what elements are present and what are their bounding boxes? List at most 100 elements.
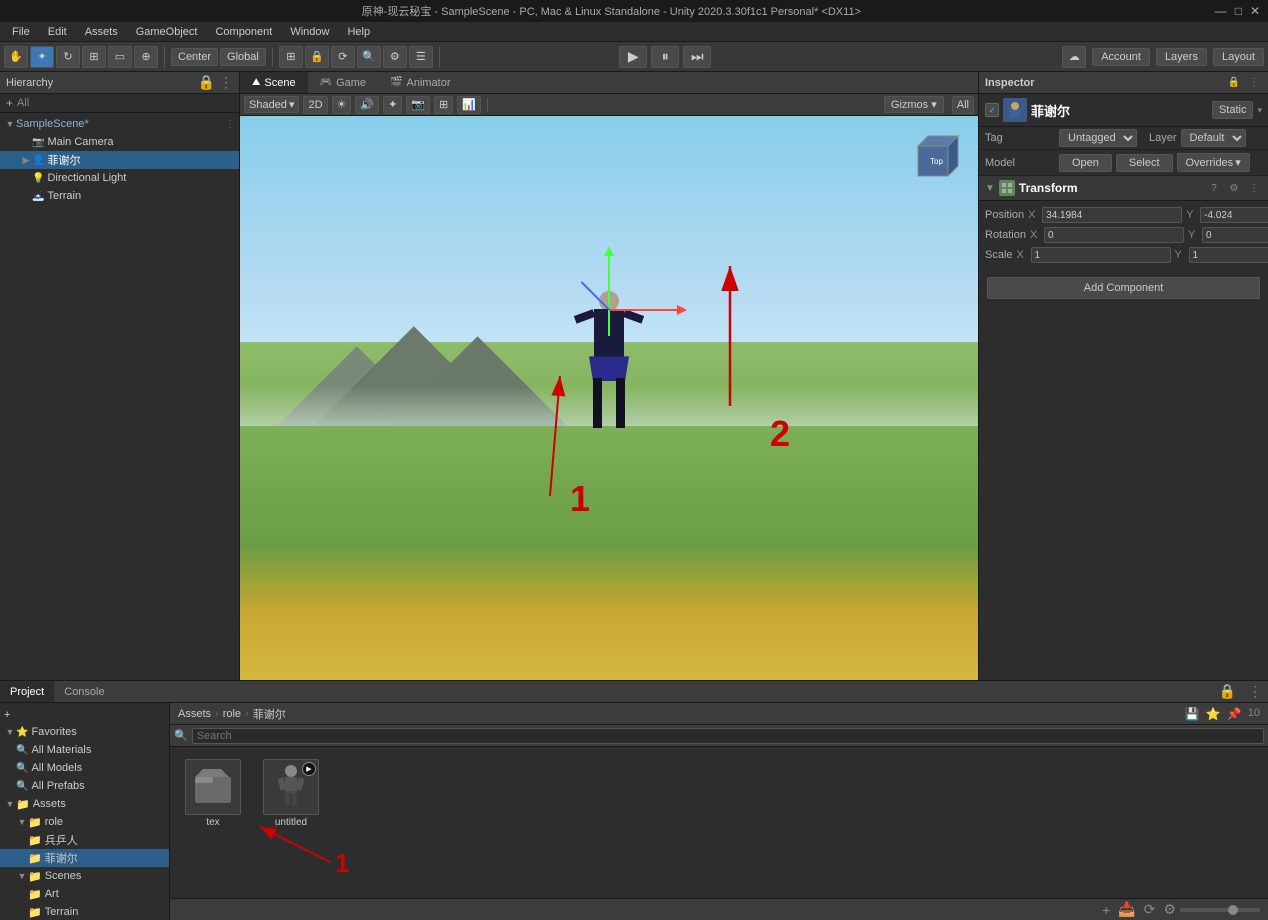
bottom-settings-icon[interactable]: ⚙ xyxy=(1163,901,1176,918)
open-btn[interactable]: Open xyxy=(1059,154,1112,172)
tab-console[interactable]: Console xyxy=(54,681,114,702)
path-assets[interactable]: Assets xyxy=(178,708,211,720)
assets-item[interactable]: ▼ 📁 Assets xyxy=(0,795,169,813)
path-star-icon[interactable]: ⭐ xyxy=(1206,707,1221,721)
search-btn[interactable]: 🔍 xyxy=(357,46,381,68)
close-btn[interactable]: ✕ xyxy=(1250,4,1260,18)
hierarchy-item-light[interactable]: 💡 Directional Light xyxy=(0,169,239,187)
center-btn[interactable]: Center xyxy=(171,48,218,66)
select-btn[interactable]: Select xyxy=(1116,154,1173,172)
shaded-dropdown[interactable]: Shaded ▾ xyxy=(244,96,299,113)
asset-untitled[interactable]: ▶ untitled xyxy=(256,755,326,832)
gizmos-btn[interactable]: Gizmos ▾ xyxy=(884,96,944,113)
obj-name-label[interactable]: 菲谢尔 xyxy=(1031,101,1208,120)
favorites-item[interactable]: ▼ ⭐ Favorites xyxy=(0,723,169,741)
art-item[interactable]: 📁 Art xyxy=(0,885,169,903)
tag-select[interactable]: Untagged xyxy=(1059,129,1137,147)
asset-tex[interactable]: tex xyxy=(178,755,248,832)
all-prefabs-item[interactable]: 🔍 All Prefabs xyxy=(0,777,169,795)
all-materials-item[interactable]: 🔍 All Materials xyxy=(0,741,169,759)
hierarchy-lock-icon[interactable]: 🔒 xyxy=(198,74,215,91)
path-character[interactable]: 菲谢尔 xyxy=(253,706,286,722)
snap-toggle[interactable]: 🔒 xyxy=(305,46,329,68)
inspector-lock-icon[interactable]: 🔒 xyxy=(1226,75,1242,91)
menu-edit[interactable]: Edit xyxy=(40,24,75,40)
maximize-btn[interactable]: □ xyxy=(1235,4,1242,18)
hierarchy-all-toggle[interactable]: All xyxy=(17,97,29,109)
collab-btn[interactable]: ⟳ xyxy=(331,46,355,68)
path-pin-icon[interactable]: 📌 xyxy=(1227,707,1242,721)
bottom-refresh-icon[interactable]: ⟳ xyxy=(1144,901,1156,918)
rect-tool[interactable]: ▭ xyxy=(108,46,132,68)
layers-btn[interactable]: Layers xyxy=(1156,48,1207,66)
grid-toggle[interactable]: ⊞ xyxy=(279,46,303,68)
position-x-input[interactable] xyxy=(1042,207,1182,223)
menu-component[interactable]: Component xyxy=(207,24,280,40)
search-input[interactable] xyxy=(192,728,1264,744)
hierarchy-menu-icon[interactable]: ⋮ xyxy=(219,74,233,91)
project-lock-icon[interactable]: 🔒 xyxy=(1213,683,1242,700)
2d-toggle[interactable]: 2D xyxy=(303,96,327,114)
static-btn[interactable]: Static xyxy=(1212,101,1254,119)
hierarchy-item-camera[interactable]: 📷 Main Camera xyxy=(0,133,239,151)
global-btn[interactable]: Global xyxy=(220,48,266,66)
sub2-item[interactable]: 📁 菲谢尔 xyxy=(0,849,169,867)
static-arrow-icon[interactable]: ▾ xyxy=(1257,105,1262,116)
menu-window[interactable]: Window xyxy=(282,24,337,40)
hierarchy-item-terrain[interactable]: 🗻 Terrain xyxy=(0,187,239,205)
menu-gameobject[interactable]: GameObject xyxy=(128,24,206,40)
menu-file[interactable]: File xyxy=(4,24,38,40)
bottom-import-icon[interactable]: 📥 xyxy=(1118,901,1135,918)
asset-play-icon[interactable]: ▶ xyxy=(302,762,316,776)
move-tool[interactable]: ✦ xyxy=(30,46,54,68)
zoom-slider-thumb[interactable] xyxy=(1228,905,1238,915)
scene-terrain-item[interactable]: 📁 Terrain xyxy=(0,903,169,920)
scene-menu-btn[interactable]: ⋮ xyxy=(221,119,239,130)
scenes-item[interactable]: ▼ 📁 Scenes xyxy=(0,867,169,885)
tab-animator[interactable]: 🎬 Animator xyxy=(378,72,462,93)
all-label[interactable]: All xyxy=(952,96,974,114)
hand-tool[interactable]: ✋ xyxy=(4,46,28,68)
stats-btn[interactable]: 📊 xyxy=(457,96,481,114)
scale-tool[interactable]: ⊞ xyxy=(82,46,106,68)
hierarchy-add-btn[interactable]: + xyxy=(6,96,13,110)
transform-tool[interactable]: ⊕ xyxy=(134,46,158,68)
nav-cube[interactable]: Top xyxy=(908,126,968,186)
transform-menu-icon[interactable]: ⋮ xyxy=(1246,180,1262,196)
rotate-tool[interactable]: ↻ xyxy=(56,46,80,68)
position-y-input[interactable] xyxy=(1200,207,1268,223)
layout-btn[interactable]: Layout xyxy=(1213,48,1264,66)
play-btn[interactable]: ▶ xyxy=(619,46,647,68)
scale-x-input[interactable] xyxy=(1031,247,1171,263)
step-btn[interactable]: ⏭ xyxy=(683,46,711,68)
settings-btn[interactable]: ⚙ xyxy=(383,46,407,68)
path-save-icon[interactable]: 💾 xyxy=(1185,707,1200,721)
rotation-x-input[interactable] xyxy=(1044,227,1184,243)
rotation-y-input[interactable] xyxy=(1202,227,1268,243)
role-item[interactable]: ▼ 📁 role xyxy=(0,813,169,831)
grid-btn[interactable]: ⊞ xyxy=(434,96,453,114)
menu-assets[interactable]: Assets xyxy=(77,24,126,40)
minimize-btn[interactable]: — xyxy=(1215,4,1227,18)
audio-toggle[interactable]: 🔊 xyxy=(355,96,379,114)
project-menu-icon[interactable]: ⋮ xyxy=(1242,683,1268,700)
project-add-btn[interactable]: + xyxy=(0,707,169,723)
tab-project[interactable]: Project xyxy=(0,681,54,702)
transform-settings-icon[interactable]: ⚙ xyxy=(1226,180,1242,196)
scene-camera-btn[interactable]: 📷 xyxy=(406,96,430,114)
light-toggle[interactable]: ☀ xyxy=(332,96,352,114)
menu-help[interactable]: Help xyxy=(339,24,378,40)
layers-icon-btn[interactable]: ☰ xyxy=(409,46,433,68)
bottom-add-icon[interactable]: + xyxy=(1102,902,1110,918)
zoom-slider[interactable] xyxy=(1180,908,1260,912)
add-component-btn[interactable]: Add Component xyxy=(987,277,1260,299)
layer-select[interactable]: Default xyxy=(1181,129,1246,147)
transform-help-icon[interactable]: ? xyxy=(1206,180,1222,196)
fx-toggle[interactable]: ✦ xyxy=(383,96,402,114)
scene-view[interactable]: Top 1 2 xyxy=(240,116,978,680)
inspector-menu-icon[interactable]: ⋮ xyxy=(1246,75,1262,91)
scale-y-input[interactable] xyxy=(1189,247,1268,263)
tab-game[interactable]: 🎮 Game xyxy=(308,72,378,93)
all-models-item[interactable]: 🔍 All Models xyxy=(0,759,169,777)
account-btn[interactable]: Account xyxy=(1092,48,1150,66)
